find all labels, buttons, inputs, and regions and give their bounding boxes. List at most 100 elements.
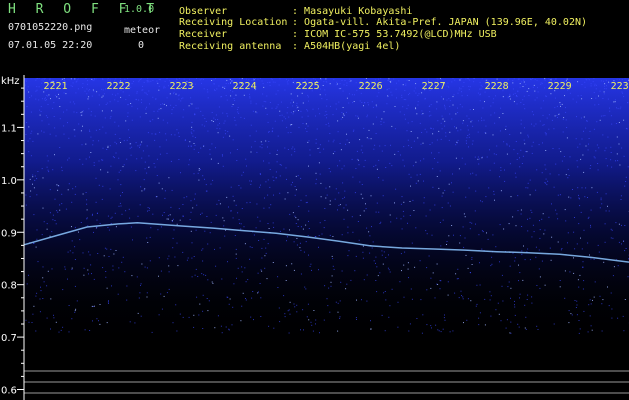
noise-pixel [432,128,434,130]
noise-pixel [113,253,115,255]
noise-pixel [396,97,397,99]
noise-pixel [206,190,208,192]
x-tick-label: 2228 [485,81,509,92]
noise-pixel [52,214,54,216]
noise-pixel [301,116,303,118]
noise-pixel [159,153,161,155]
noise-pixel [315,78,317,80]
noise-pixel [272,81,274,83]
noise-pixel [583,171,585,173]
noise-pixel [524,259,526,261]
noise-pixel [368,138,370,140]
noise-pixel [37,133,39,135]
noise-pixel [594,83,596,85]
noise-pixel [382,195,384,197]
noise-pixel [467,298,469,300]
noise-pixel [375,133,377,134]
noise-pixel [163,295,165,297]
noise-pixel [172,322,174,324]
noise-pixel [213,117,215,119]
noise-pixel [47,160,49,162]
noise-pixel [417,180,419,182]
noise-pixel [585,187,587,189]
noise-pixel [419,173,421,175]
noise-pixel [333,79,335,80]
noise-pixel [283,295,285,297]
noise-pixel [591,329,593,331]
noise-pixel [106,102,108,104]
noise-pixel [285,280,287,281]
info-value-location: : Ogata-vill. Akita-Pref. JAPAN (139.96E… [292,17,588,28]
noise-pixel [531,296,533,298]
noise-pixel [49,78,51,80]
noise-pixel [452,96,454,98]
noise-pixel [107,145,109,147]
noise-pixel [68,331,70,333]
noise-pixel [532,78,534,79]
noise-pixel [528,95,530,96]
noise-pixel [284,198,286,200]
noise-pixel [517,195,519,197]
noise-pixel [286,240,287,242]
noise-pixel [221,332,223,334]
noise-pixel [67,159,69,161]
noise-pixel [371,247,373,249]
noise-pixel [519,272,521,274]
noise-pixel [249,135,251,137]
spectrogram-plot: 1.11.00.90.80.70.6 2221 2222 2223 2224 2225 2… [1,75,629,400]
noise-pixel [577,146,579,148]
noise-pixel [49,133,51,135]
noise-pixel [257,272,259,274]
noise-pixel [107,215,109,217]
noise-pixel [409,201,411,202]
noise-pixel [504,180,506,182]
noise-pixel [295,223,297,224]
noise-pixel [411,242,413,244]
noise-pixel [448,183,450,185]
noise-pixel [481,120,483,122]
noise-pixel [587,217,589,219]
noise-pixel [543,124,545,126]
noise-pixel [252,110,254,112]
noise-pixel [141,157,143,159]
noise-pixel [329,171,331,173]
noise-pixel [370,328,372,330]
noise-pixel [347,209,349,211]
noise-pixel [299,242,301,244]
noise-pixel [372,241,374,243]
noise-pixel [338,204,340,206]
noise-pixel [262,83,264,84]
noise-pixel [410,147,412,148]
noise-pixel [213,83,215,85]
noise-pixel [245,298,246,299]
noise-pixel [143,179,145,181]
noise-pixel [163,85,165,87]
noise-pixel [178,78,180,80]
noise-pixel [368,104,369,106]
noise-pixel [551,236,553,238]
noise-pixel [232,104,234,105]
noise-pixel [341,112,343,113]
noise-pixel [215,147,216,149]
noise-pixel [175,104,177,106]
noise-pixel [59,209,61,211]
noise-pixel [502,300,504,302]
noise-pixel [477,156,479,158]
noise-pixel [507,286,509,288]
noise-pixel [539,120,541,122]
noise-pixel [102,95,104,97]
noise-pixel [431,142,433,144]
noise-pixel [176,242,178,244]
noise-pixel [140,283,142,285]
noise-pixel [265,107,267,109]
noise-pixel [275,107,277,109]
noise-pixel [342,116,344,118]
noise-pixel [375,256,377,258]
noise-pixel [235,257,237,259]
noise-pixel [276,106,278,108]
noise-pixel [228,83,229,85]
noise-pixel [95,129,97,131]
noise-pixel [87,98,89,100]
noise-pixel [94,78,96,80]
noise-pixel [523,95,525,97]
